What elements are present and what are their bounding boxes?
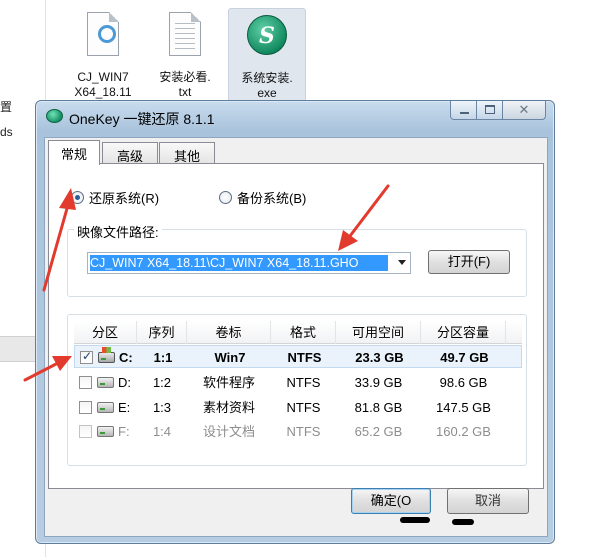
file-name-ext: txt <box>178 85 192 99</box>
cell-format: NTFS <box>287 350 322 365</box>
onekey-dialog: OneKey 一键还原 8.1.1 ✕ 常规 高级 其他 还原系统(R) 备份系… <box>35 100 555 544</box>
drive-letter: E: <box>118 400 131 415</box>
nav-fragment: ds <box>0 125 13 139</box>
scribble-mark <box>400 517 430 523</box>
partition-list-header: 分区 序列 卷标 格式 可用空间 分区容量 <box>74 321 522 344</box>
image-path-label: 映像文件路径: <box>74 222 162 241</box>
partition-list: 分区 序列 卷标 格式 可用空间 分区容量 C: 1:1 Win7 NTFS <box>74 321 522 461</box>
explorer-right-edge <box>553 0 600 557</box>
cell-capacity: 160.2 GB <box>436 424 491 439</box>
cell-capacity: 98.6 GB <box>439 375 488 390</box>
radio-label: 备份系统(B) <box>237 190 307 206</box>
partition-checkbox[interactable] <box>79 401 92 414</box>
chevron-down-icon[interactable] <box>398 260 406 265</box>
maximize-icon <box>485 105 495 114</box>
minimize-icon <box>460 112 469 114</box>
drive-letter: D: <box>118 375 131 390</box>
drive-letter: C: <box>119 350 133 365</box>
file-name: 安装必看. <box>159 70 211 84</box>
partition-row-d[interactable]: D: 1:2 软件程序 NTFS 33.9 GB 98.6 GB <box>74 371 522 394</box>
column-header-index[interactable]: 序列 <box>137 321 187 344</box>
open-file-button[interactable]: 打开(F) <box>428 250 510 274</box>
ok-button[interactable]: 确定(O <box>351 488 431 514</box>
text-file-icon <box>165 12 205 64</box>
cell-format: NTFS <box>286 375 321 390</box>
radio-indicator[interactable] <box>219 190 232 204</box>
tab-other[interactable]: 其他 <box>159 142 215 164</box>
onekey-exe-icon: S <box>247 13 287 65</box>
hard-drive-icon <box>97 377 114 388</box>
cell-free-space: 65.2 GB <box>354 424 403 439</box>
partition-checkbox[interactable] <box>79 376 92 389</box>
system-drive-icon <box>98 347 115 363</box>
partition-group: 分区 序列 卷标 格式 可用空间 分区容量 C: 1:1 Win7 NTFS <box>67 314 527 466</box>
tab-advanced[interactable]: 高级 <box>102 142 158 164</box>
drive-letter: F: <box>118 424 130 439</box>
tab-general[interactable]: 常规 <box>48 140 100 165</box>
hard-drive-icon <box>97 402 114 413</box>
hard-drive-icon <box>97 426 114 437</box>
column-header-capacity[interactable]: 分区容量 <box>421 321 506 344</box>
radio-indicator-selected[interactable] <box>71 190 84 204</box>
partition-row-e[interactable]: E: 1:3 素材资料 NTFS 81.8 GB 147.5 GB <box>74 396 522 419</box>
column-header-partition[interactable]: 分区 <box>74 321 137 344</box>
column-header-free-space[interactable]: 可用空间 <box>336 321 421 344</box>
file-install-readme[interactable]: 安装必看. txt <box>146 8 224 102</box>
general-tab-panel: 还原系统(R) 备份系统(B) 映像文件路径: CJ_WIN7 X64_18.1… <box>48 163 544 489</box>
nav-fragment: 置 <box>0 100 13 114</box>
file-name: 系统安装. <box>241 71 293 85</box>
radio-label: 还原系统(R) <box>89 190 160 206</box>
file-name: CJ_WIN7 <box>77 70 129 84</box>
cell-free-space: 23.3 GB <box>355 350 404 365</box>
window-title: OneKey 一键还原 8.1.1 <box>69 111 215 127</box>
maximize-button[interactable] <box>476 101 503 120</box>
radio-restore-system[interactable]: 还原系统(R) <box>71 188 159 206</box>
cell-volume-label: 设计文档 <box>202 424 255 439</box>
scribble-mark <box>452 519 474 525</box>
cell-capacity: 49.7 GB <box>440 350 489 365</box>
file-system-install-exe[interactable]: S 系统安装. exe <box>228 8 306 102</box>
onekey-app-icon <box>46 109 63 123</box>
cell-format: NTFS <box>286 400 321 415</box>
cell-volume-label: Win7 <box>214 350 246 365</box>
partition-checkbox-disabled <box>79 425 92 438</box>
image-path-combobox[interactable]: CJ_WIN7 X64_18.11\CJ_WIN7 X64_18.11.GHO <box>87 252 411 274</box>
column-header-format[interactable]: 格式 <box>271 321 336 344</box>
cell-index: 1:2 <box>152 375 172 390</box>
dialog-client-area: 常规 高级 其他 还原系统(R) 备份系统(B) 映像文件路径: CJ_WIN7… <box>44 137 548 537</box>
cell-format: NTFS <box>286 424 321 439</box>
close-icon: ✕ <box>518 102 530 117</box>
radio-backup-system[interactable]: 备份系统(B) <box>219 188 306 206</box>
partition-row-f[interactable]: F: 1:4 设计文档 NTFS 65.2 GB 160.2 GB <box>74 420 522 443</box>
file-cj-win7[interactable]: CJ_WIN7 X64_18.11 <box>64 8 142 102</box>
file-name-ext: exe <box>257 86 277 100</box>
column-header-label[interactable]: 卷标 <box>187 321 271 344</box>
file-name-ext: X64_18.11 <box>74 85 132 99</box>
cancel-button[interactable]: 取消 <box>447 488 529 514</box>
partition-checkbox-checked[interactable] <box>80 349 93 364</box>
cell-index: 1:4 <box>152 424 172 439</box>
cell-index: 1:3 <box>152 400 172 415</box>
cell-index: 1:1 <box>153 350 173 365</box>
cell-free-space: 81.8 GB <box>354 400 403 415</box>
cell-capacity: 147.5 GB <box>436 400 491 415</box>
close-button[interactable]: ✕ <box>502 101 546 120</box>
cell-volume-label: 软件程序 <box>202 375 255 390</box>
cell-free-space: 33.9 GB <box>354 375 403 390</box>
title-bar[interactable]: OneKey 一键还原 8.1.1 ✕ <box>36 101 554 131</box>
minimize-button[interactable] <box>450 101 477 120</box>
iso-file-icon <box>83 12 123 64</box>
image-path-group: 映像文件路径: CJ_WIN7 X64_18.11\CJ_WIN7 X64_18… <box>67 222 527 297</box>
image-path-value: CJ_WIN7 X64_18.11\CJ_WIN7 X64_18.11.GHO <box>90 255 388 271</box>
partition-row-c[interactable]: C: 1:1 Win7 NTFS 23.3 GB 49.7 GB <box>74 345 522 368</box>
cell-volume-label: 素材资料 <box>202 400 255 415</box>
